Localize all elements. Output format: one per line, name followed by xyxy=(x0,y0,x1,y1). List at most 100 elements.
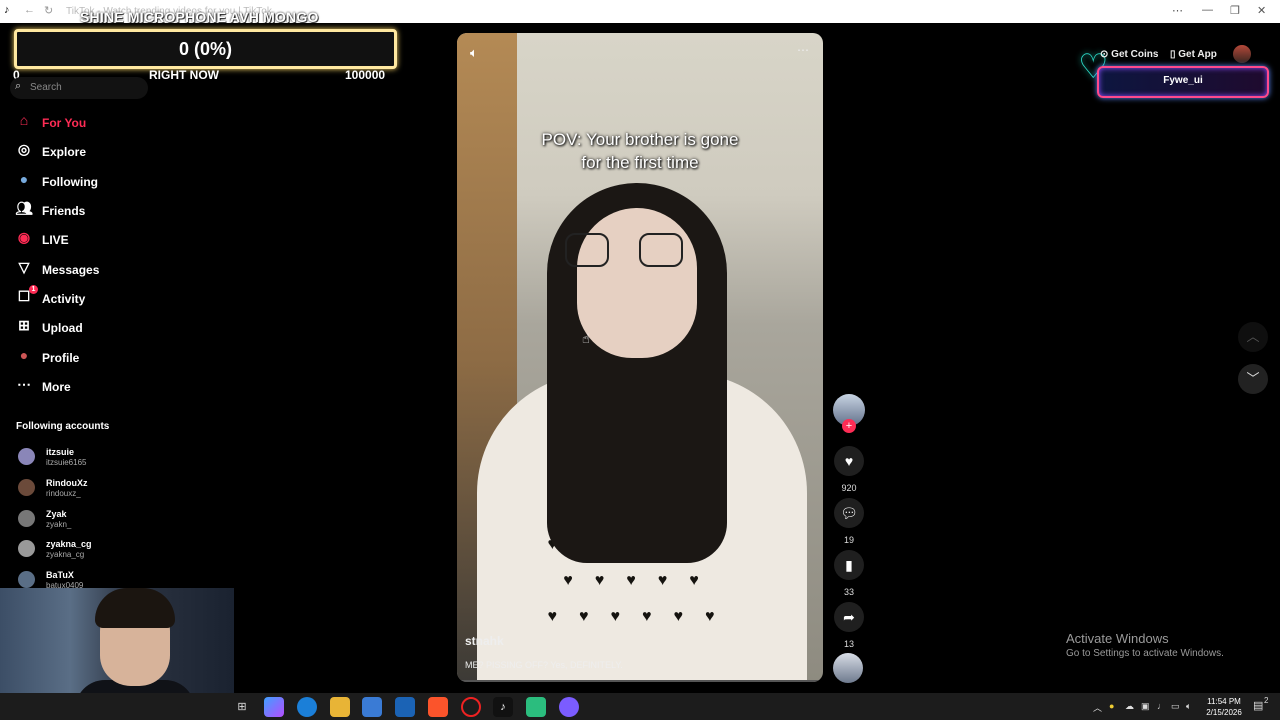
search-icon: ⌕ xyxy=(15,80,22,92)
bookmark-icon: ▮ xyxy=(834,550,864,580)
get-app-label: Get App xyxy=(1178,49,1217,60)
get-coins-label: Get Coins xyxy=(1111,49,1159,60)
file-explorer-icon[interactable] xyxy=(330,697,350,717)
ellipsis-icon: ⋯ xyxy=(17,376,31,392)
mail-icon[interactable] xyxy=(395,697,415,717)
following-avatar-icon: ● xyxy=(19,171,29,187)
sidebar-item-live[interactable]: ◉ LIVE xyxy=(14,225,214,253)
tray-device-icon[interactable]: ▣ xyxy=(1141,701,1150,712)
edge-icon[interactable] xyxy=(297,697,317,717)
store-icon[interactable] xyxy=(362,697,382,717)
sidebar-item-label: Messages xyxy=(42,263,100,277)
video-subject-face xyxy=(577,208,697,358)
following-account[interactable]: itzsuie itzsuie6165 xyxy=(16,445,216,475)
copilot-icon[interactable] xyxy=(264,697,284,717)
discord-icon[interactable] xyxy=(559,697,579,717)
more-icon[interactable]: ⋯ xyxy=(1172,4,1183,17)
following-account[interactable]: zyakna_cg zyakna_cg xyxy=(16,537,216,567)
comment-count: 19 xyxy=(843,535,854,545)
sidebar-item-messages[interactable]: ▽ Messages xyxy=(14,255,214,283)
profile-avatar-icon: ● xyxy=(19,347,29,363)
get-coins-button[interactable]: ⊙ Get Coins xyxy=(1100,49,1158,60)
game-icon[interactable] xyxy=(526,697,546,717)
clock-date: 2/15/2026 xyxy=(1206,708,1242,717)
save-button[interactable]: ▮ 33 xyxy=(833,550,865,597)
restore-button[interactable]: ❐ xyxy=(1230,4,1240,17)
tray-app-icon[interactable]: ● xyxy=(1109,701,1114,711)
clock[interactable]: 11:54 PM 2/15/2026 xyxy=(1199,696,1249,718)
creator-name[interactable]: stnahk xyxy=(465,634,504,648)
account-handle: zyakna_cg xyxy=(46,550,85,559)
watermark-title: Activate Windows xyxy=(1066,631,1169,646)
clock-time: 11:54 PM xyxy=(1207,697,1241,706)
goal-bar: 0 (0%) xyxy=(14,29,397,69)
sidebar-item-activity[interactable]: ☐ 1 Activity xyxy=(14,284,214,312)
volume-tray-icon[interactable]: 🔈︎ xyxy=(1186,701,1191,712)
minimize-button[interactable]: — xyxy=(1202,4,1213,16)
avatar xyxy=(18,479,35,496)
tray-chevron-icon[interactable]: ︿ xyxy=(1093,701,1102,714)
sidebar-item-for-you[interactable]: ⌂ For You xyxy=(14,108,214,136)
account-name: BaTuX xyxy=(46,570,74,580)
sidebar-item-label: Following xyxy=(42,175,98,189)
sidebar-item-label: For You xyxy=(42,116,87,130)
get-app-button[interactable]: ▯ Get App xyxy=(1170,49,1217,60)
music-disc-icon[interactable] xyxy=(833,653,863,683)
chevron-up-icon: ︿ xyxy=(1246,329,1260,344)
reload-icon[interactable]: ↻ xyxy=(44,4,53,17)
account-handle: itzsuie6165 xyxy=(46,458,87,467)
sidebar-item-label: LIVE xyxy=(42,233,69,247)
username-label: Fywe_ui xyxy=(1163,75,1203,86)
like-button[interactable]: ♥ 920 xyxy=(833,446,865,493)
sidebar-item-label: More xyxy=(42,380,71,394)
sidebar-item-label: Explore xyxy=(42,145,87,159)
goal-progress-text: 0 (0%) xyxy=(178,39,232,59)
stream-overlay-title: SHINE MICROPHONE AVH MONGO xyxy=(80,9,319,25)
sidebar-item-upload[interactable]: ⊞ Upload xyxy=(14,313,214,341)
follow-plus-icon[interactable]: + xyxy=(842,419,856,433)
tiktok-taskbar-icon[interactable]: ♪ xyxy=(493,697,513,717)
following-account[interactable]: Zyak zyakn_ xyxy=(16,507,216,537)
volume-icon[interactable]: 🔈︎ xyxy=(470,45,478,61)
sidebar-item-more[interactable]: ⋯ More xyxy=(14,372,214,400)
sidebar-item-label: Activity xyxy=(42,292,86,306)
network-icon[interactable]: ▭ xyxy=(1171,701,1180,712)
notification-count: 2 xyxy=(1264,696,1269,705)
sidebar-item-label: Friends xyxy=(42,204,86,218)
sidebar-item-friends[interactable]: 👥︎ Friends xyxy=(14,196,214,224)
previous-video-button[interactable]: ︿ xyxy=(1238,322,1268,352)
user-avatar[interactable] xyxy=(1233,45,1251,63)
task-view-icon[interactable]: ⊞ xyxy=(232,697,252,717)
sidebar-item-profile[interactable]: ● Profile xyxy=(14,343,214,371)
sidebar-item-explore[interactable]: ◎ Explore xyxy=(14,137,214,165)
brave-icon[interactable] xyxy=(428,697,448,717)
goal-max-label: 100000 xyxy=(345,68,386,82)
more-options-icon[interactable]: ⋯ xyxy=(797,43,809,57)
share-count: 13 xyxy=(843,639,854,649)
comment-button[interactable]: 💬︎ 19 xyxy=(833,498,865,545)
avatar xyxy=(18,448,35,465)
sidebar-item-following[interactable]: ● Following xyxy=(14,167,214,195)
tray-cloud-icon[interactable]: ☁ xyxy=(1125,701,1134,712)
neon-username-box: Fywe_ui xyxy=(1097,66,1269,98)
share-button[interactable]: ➦ 13 xyxy=(833,602,865,649)
notification-icon[interactable]: ▤ xyxy=(1253,699,1263,712)
chevron-down-icon: ﹀ xyxy=(1246,371,1260,386)
close-button[interactable]: ✕ xyxy=(1257,4,1266,17)
video-player[interactable]: ♥♥♥♥♥♥ ♥♥♥♥♥ ♥♥♥♥♥♥ ♥♥♥♥♥ ♥♥♥♥♥♥ ♥♥♥♥♥ ♥… xyxy=(457,33,823,682)
account-name: itzsuie xyxy=(46,447,75,457)
video-subject-glasses-right xyxy=(639,233,683,267)
microphone-icon[interactable]: ♩ xyxy=(1157,701,1166,711)
next-video-button[interactable]: ﹀ xyxy=(1238,364,1268,394)
following-accounts-title: Following accounts xyxy=(16,421,110,432)
search-input[interactable]: ⌕ Search xyxy=(10,77,148,99)
video-caption: POV: Your brother is gone for the first … xyxy=(457,128,823,174)
coin-icon: ⊙ xyxy=(1100,49,1112,60)
video-progress-bar[interactable] xyxy=(457,680,823,682)
following-account[interactable]: RindouXz rindouxz_ xyxy=(16,476,216,506)
account-handle: rindouxz_ xyxy=(46,489,81,498)
watermark-subtitle: Go to Settings to activate Windows. xyxy=(1066,648,1224,659)
video-subject-glasses-left xyxy=(565,233,609,267)
opera-icon[interactable] xyxy=(461,697,481,717)
back-icon[interactable]: ← xyxy=(24,4,35,16)
